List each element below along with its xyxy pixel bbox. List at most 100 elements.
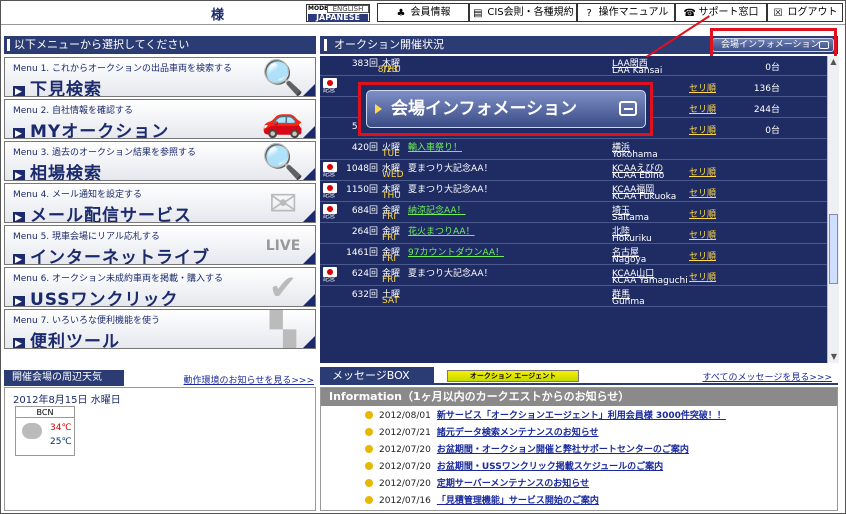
message-box-title: メッセージBOX <box>320 367 434 385</box>
menu-mail-service[interactable]: Menu 4. メール通知を設定する ▶ メール配信サービス ✉ <box>4 183 316 223</box>
weather-low: 25℃ <box>50 437 72 447</box>
news-link[interactable]: お盆期間・オークション開催と弊社サポートセンターのご案内 <box>437 445 689 455</box>
nav-rules[interactable]: ▤ CIS会則・各種規約 <box>469 3 577 22</box>
nav-support[interactable]: ☎ サポート窓口 <box>675 3 767 22</box>
auction-count: 1461回 <box>346 248 378 258</box>
auction-agent-button[interactable]: オークション エージェント <box>447 370 579 382</box>
logout-icon: ☒ <box>773 8 783 19</box>
menu-market-search[interactable]: Menu 3. 過去のオークション結果を参照する ▶ 相場検索 🔍 <box>4 141 316 181</box>
menu-tools[interactable]: Menu 7. いろいろな便利機能を使う ▶ 便利ツール ▚ <box>4 309 316 349</box>
news-link[interactable]: 「見積管理機能」サービス開始のご案内 <box>437 496 599 506</box>
auction-scrollbar[interactable]: ▲ ▼ <box>827 56 839 363</box>
lot-order-link[interactable]: セリ順 <box>689 186 716 199</box>
auction-count: 1150回 <box>346 185 378 195</box>
cloud-icon <box>22 423 42 439</box>
bullet-icon <box>365 479 373 487</box>
left-menu-title: 以下メニューから選択してください <box>4 36 316 54</box>
auction-count: 632回 <box>351 290 378 300</box>
top-header: 様 MODE ENGLISH JAPANESE ♣ 会員情報 ▤ CIS会則・各種規… <box>1 1 845 25</box>
lot-order-link[interactable]: セリ順 <box>689 102 716 115</box>
japan-flag-icon: 記念 <box>323 267 339 284</box>
news-link[interactable]: 諸元データ検索メンテナンスのお知らせ <box>437 428 599 438</box>
mode-japanese-button[interactable]: JAPANESE <box>308 14 368 22</box>
vehicle-count: 0台 <box>765 126 780 136</box>
venue-english: Hokuriku <box>612 234 652 244</box>
auction-event[interactable]: 花火まつりAA！ <box>408 224 475 237</box>
scroll-down-icon[interactable]: ▼ <box>828 351 840 363</box>
auction-weekday-en: WED <box>382 170 404 180</box>
nav-rules-label: CIS会則・各種規約 <box>487 7 574 18</box>
venue-info-button-zoomed[interactable]: 会場インフォメーション <box>366 90 646 128</box>
menu-preview-search[interactable]: Menu 1. これからオークションの出品車両を検索する ▶ 下見検索 🔍 <box>4 57 316 97</box>
lot-order-link[interactable]: セリ順 <box>689 228 716 241</box>
menu-title: ▶ 便利ツール <box>13 327 120 348</box>
window-icon <box>619 101 637 116</box>
mode-english-button[interactable]: ENGLISH <box>327 5 369 13</box>
news-date: 2012/08/01 <box>379 411 431 421</box>
all-messages-link[interactable]: すべてのメッセージを見る>>> <box>703 370 832 383</box>
auction-weekday-en: FRI <box>382 212 397 222</box>
lot-order-link[interactable]: セリ順 <box>689 165 716 178</box>
auction-event[interactable]: 97カウントダウンAA！ <box>408 245 504 258</box>
auction-event[interactable]: 納涼記念AA！ <box>408 203 466 216</box>
environment-notice-link[interactable]: 動作環境のお知らせを見る>>> <box>184 373 314 386</box>
venue-english: KCAA Ebino <box>612 171 665 181</box>
vehicle-count: 244台 <box>753 105 780 115</box>
lot-order-link[interactable]: セリ順 <box>689 249 716 262</box>
news-link[interactable]: 新サービス「オークションエージェント」利用会員様 3000件突破！！ <box>437 411 726 421</box>
news-date: 2012/07/20 <box>379 462 431 472</box>
auction-count: 1048回 <box>346 164 378 174</box>
nav-logout-label: ログアウト <box>787 7 838 18</box>
menu-sub-label: Menu 3. 過去のオークション結果を参照する <box>13 148 197 158</box>
menu-title: ▶ インターネットライブ <box>13 243 210 264</box>
news-link[interactable]: お盆期間・USSワンクリック掲載スケジュールのご案内 <box>437 462 663 472</box>
language-mode-switch[interactable]: MODE ENGLISH JAPANESE <box>306 4 370 22</box>
news-date: 2012/07/16 <box>379 496 431 506</box>
menu-uss-one-click[interactable]: Menu 6. オークション未成約車両を掲載・購入する ▶ USSワンクリック ✔ <box>4 267 316 307</box>
weather-high: 34℃ <box>50 423 72 433</box>
scroll-thumb[interactable] <box>829 214 838 284</box>
auction-weekday-en: TUE <box>382 149 400 159</box>
menu-sub-label: Menu 6. オークション未成約車両を掲載・購入する <box>13 274 224 284</box>
japan-flag-icon: 記念 <box>323 204 339 221</box>
nav-member-info[interactable]: ♣ 会員情報 <box>377 3 469 22</box>
lot-order-link[interactable]: セリ順 <box>689 81 716 94</box>
book-icon: ▤ <box>473 8 483 19</box>
menu-title: ▶ USSワンクリック <box>13 285 179 306</box>
bullet-icon <box>365 428 373 436</box>
menu-internet-live[interactable]: Menu 5. 現車会場にリアル応札する ▶ インターネットライブ LIVE <box>4 225 316 265</box>
news-item: 2012/07/20 お盆期間・オークション開催と弊社サポートセンターのご案内 <box>365 443 689 457</box>
bullet-icon <box>365 411 373 419</box>
menu-my-auction[interactable]: Menu 2. 自社情報を確認する ▶ MYオークション 🚗 <box>4 99 316 139</box>
news-link[interactable]: 定期サーバーメンテナンスのお知らせ <box>437 479 589 489</box>
news-item: 2012/07/20 お盆期間・USSワンクリック掲載スケジュールのご案内 <box>365 460 663 474</box>
weather-header: 開催会場の周辺天気 動作環境のお知らせを見る>>> <box>4 370 316 386</box>
auction-event: 夏まつり大記念AA！ <box>408 269 493 279</box>
lot-order-link[interactable]: セリ順 <box>689 270 716 283</box>
customer-name: 様 <box>211 8 225 23</box>
auction-event: 夏まつり大記念AA！ <box>408 164 493 174</box>
information-header: Information（1ヶ月以内のカークエストからのお知らせ） <box>321 388 837 406</box>
lot-order-link[interactable]: セリ順 <box>689 123 716 136</box>
menu-sub-label: Menu 5. 現車会場にリアル応札する <box>13 232 160 242</box>
japan-flag-icon: 記念 <box>323 162 339 179</box>
japan-flag-icon: 記念 <box>323 183 339 200</box>
lot-order-link[interactable]: セリ順 <box>689 207 716 220</box>
nav-logout[interactable]: ☒ ログアウト <box>767 3 843 22</box>
auction-count: 264回 <box>351 227 378 237</box>
menu-sub-label: Menu 7. いろいろな便利機能を使う <box>13 316 161 326</box>
vehicle-count: 136台 <box>753 84 780 94</box>
auction-weekday-en: FRI <box>382 254 397 264</box>
bullet-icon <box>365 496 373 504</box>
auction-event[interactable]: 輸入車祭り！ <box>408 140 462 153</box>
auction-row: 383回 木曜 8/23 THU LAA関西 LAA Kansai 0台 <box>320 56 827 76</box>
information-panel: Information（1ヶ月以内のカークエストからのお知らせ） 2012/08… <box>320 387 838 511</box>
scroll-up-icon[interactable]: ▲ <box>828 56 839 68</box>
auction-count: 420回 <box>351 143 378 153</box>
auction-weekday-en: FRI <box>382 275 397 285</box>
auction-row: 632回 土曜 SAT 群馬 Gunma <box>320 286 827 307</box>
nav-manual[interactable]: ? 操作マニュアル <box>577 3 675 22</box>
bullet-icon <box>365 445 373 453</box>
auction-count: 624回 <box>351 269 378 279</box>
auction-row: 記念 624回 金曜 FRI 夏まつり大記念AA！ KCAA山口 KCAA Yamaguch… <box>320 265 827 286</box>
